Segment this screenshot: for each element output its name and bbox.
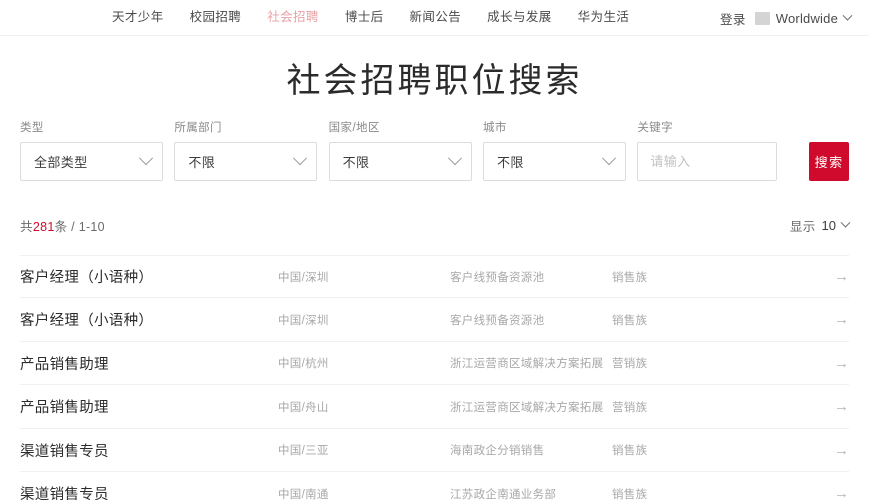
- job-location: 中国/杭州: [278, 358, 329, 371]
- job-location: 中国/三亚: [278, 445, 329, 458]
- filter-select-country[interactable]: 不限: [328, 141, 472, 181]
- filter-field-department: 所属部门 不限: [174, 122, 318, 181]
- nav-item-news[interactable]: 新闻公告: [410, 11, 462, 24]
- filter-field-type: 类型 全部类型: [20, 123, 163, 181]
- filter-value-department: 不限: [188, 154, 216, 170]
- job-department: 江苏政企南通业务部: [450, 488, 557, 500]
- table-row[interactable]: 渠道销售专员 中国/三亚 海南政企分销销售 销售族 →: [20, 429, 849, 473]
- filter-label-country: 国家/地区: [328, 122, 380, 135]
- arrow-right-icon[interactable]: →: [815, 269, 849, 284]
- job-location: 中国/深圳: [278, 271, 329, 284]
- login-link[interactable]: 登录: [720, 9, 746, 28]
- results-meta-row: 共281条 / 1-10 显示 10: [0, 216, 869, 235]
- table-row[interactable]: 客户经理（小语种） 中国/深圳 客户线预备资源池 销售族 →: [20, 298, 849, 342]
- page-size-selector[interactable]: 显示 10: [789, 216, 851, 235]
- arrow-right-icon[interactable]: →: [815, 312, 849, 327]
- table-row[interactable]: 产品销售助理 中国/杭州 浙江运营商区域解决方案拓展 营销族 →: [20, 342, 849, 386]
- job-location: 中国/舟山: [278, 401, 329, 414]
- filter-field-country: 国家/地区 不限: [328, 122, 472, 181]
- table-row[interactable]: 客户经理（小语种） 中国/深圳 客户线预备资源池 销售族 →: [20, 254, 849, 299]
- results-count-number: 281: [32, 219, 55, 234]
- job-department: 浙江运营商区域解决方案拓展: [450, 358, 604, 371]
- filter-label-department: 所属部门: [174, 122, 222, 135]
- nav-item-social[interactable]: 社会招聘: [267, 11, 319, 24]
- table-row[interactable]: 渠道销售专员 中国/南通 江苏政企南通业务部 销售族 →: [20, 472, 849, 500]
- chevron-down-icon: [293, 151, 308, 166]
- job-family: 营销族: [612, 401, 648, 414]
- filter-field-city: 城市 不限: [482, 122, 626, 181]
- arrow-right-icon[interactable]: →: [815, 443, 849, 458]
- region-label: Worldwide: [775, 10, 838, 26]
- job-title: 渠道销售专员: [20, 443, 109, 460]
- results-count: 共281条 / 1-10: [20, 216, 105, 235]
- globe-icon: [754, 11, 770, 25]
- job-family: 销售族: [612, 314, 648, 327]
- chevron-down-icon: [840, 217, 851, 228]
- filter-field-keyword: 关键字: [637, 122, 778, 181]
- filter-select-city[interactable]: 不限: [482, 141, 626, 181]
- job-department: 海南政企分销销售: [450, 445, 545, 458]
- keyword-input[interactable]: [650, 153, 765, 169]
- nav-item-life[interactable]: 华为生活: [578, 11, 630, 24]
- arrow-right-icon[interactable]: →: [815, 356, 849, 371]
- job-results-list: 客户经理（小语种） 中国/深圳 客户线预备资源池 销售族 → 客户经理（小语种）…: [0, 254, 869, 500]
- job-family: 销售族: [612, 271, 648, 284]
- filter-label-keyword: 关键字: [637, 122, 674, 135]
- main-nav-links: 天才少年 校园招聘 社会招聘 博士后 新闻公告 成长与发展 华为生活: [112, 11, 629, 24]
- job-location: 中国/深圳: [278, 314, 329, 327]
- results-count-suffix: 条 / 1-10: [54, 219, 105, 234]
- job-location: 中国/南通: [278, 488, 329, 500]
- page-size-label: 显示: [789, 219, 816, 234]
- job-department: 浙江运营商区域解决方案拓展: [450, 401, 604, 414]
- job-title: 产品销售助理: [20, 356, 109, 373]
- job-title: 渠道销售专员: [20, 487, 109, 500]
- nav-item-campus[interactable]: 校园招聘: [190, 11, 242, 24]
- filter-value-city: 不限: [496, 154, 524, 170]
- job-family: 销售族: [612, 445, 648, 458]
- filter-value-type: 全部类型: [34, 154, 88, 170]
- chevron-down-icon: [601, 151, 617, 166]
- nav-item-growth[interactable]: 成长与发展: [487, 11, 552, 24]
- filter-label-type: 类型: [20, 122, 44, 135]
- table-row[interactable]: 产品销售助理 中国/舟山 浙江运营商区域解决方案拓展 营销族 →: [20, 385, 849, 429]
- filter-select-type[interactable]: 全部类型: [20, 141, 163, 181]
- filter-label-city: 城市: [482, 122, 507, 135]
- nav-item-talent[interactable]: 天才少年: [112, 11, 164, 24]
- nav-item-postdoc[interactable]: 博士后: [345, 11, 384, 24]
- filter-value-country: 不限: [342, 154, 370, 170]
- region-selector[interactable]: Worldwide: [754, 10, 853, 26]
- job-family: 营销族: [612, 358, 648, 371]
- results-count-prefix: 共: [20, 219, 33, 234]
- job-title: 产品销售助理: [20, 400, 109, 417]
- arrow-right-icon[interactable]: →: [815, 486, 849, 500]
- job-title: 客户经理（小语种）: [20, 313, 154, 330]
- chevron-down-icon: [447, 151, 462, 166]
- filter-select-department[interactable]: 不限: [174, 141, 318, 181]
- chevron-down-icon: [138, 151, 154, 166]
- arrow-right-icon[interactable]: →: [815, 399, 849, 414]
- job-department: 客户线预备资源池: [450, 271, 545, 284]
- keyword-input-wrapper[interactable]: [637, 141, 778, 181]
- job-family: 销售族: [612, 488, 648, 500]
- chevron-down-icon: [842, 10, 853, 21]
- filter-bar: 类型 全部类型 所属部门 不限 国家/地区 不限 城市 不限 关键字 请输入 搜…: [0, 123, 869, 181]
- page-size-value: 10: [821, 217, 836, 233]
- job-title: 客户经理（小语种）: [20, 270, 154, 287]
- nav-right-group: 登录 Worldwide: [720, 0, 853, 36]
- job-department: 客户线预备资源池: [450, 314, 545, 327]
- search-button[interactable]: 搜索: [809, 141, 849, 181]
- page-title: 社会招聘职位搜索: [286, 62, 583, 100]
- top-navigation-bar: 天才少年 校园招聘 社会招聘 博士后 新闻公告 成长与发展 华为生活 登录 Wo…: [0, 0, 869, 36]
